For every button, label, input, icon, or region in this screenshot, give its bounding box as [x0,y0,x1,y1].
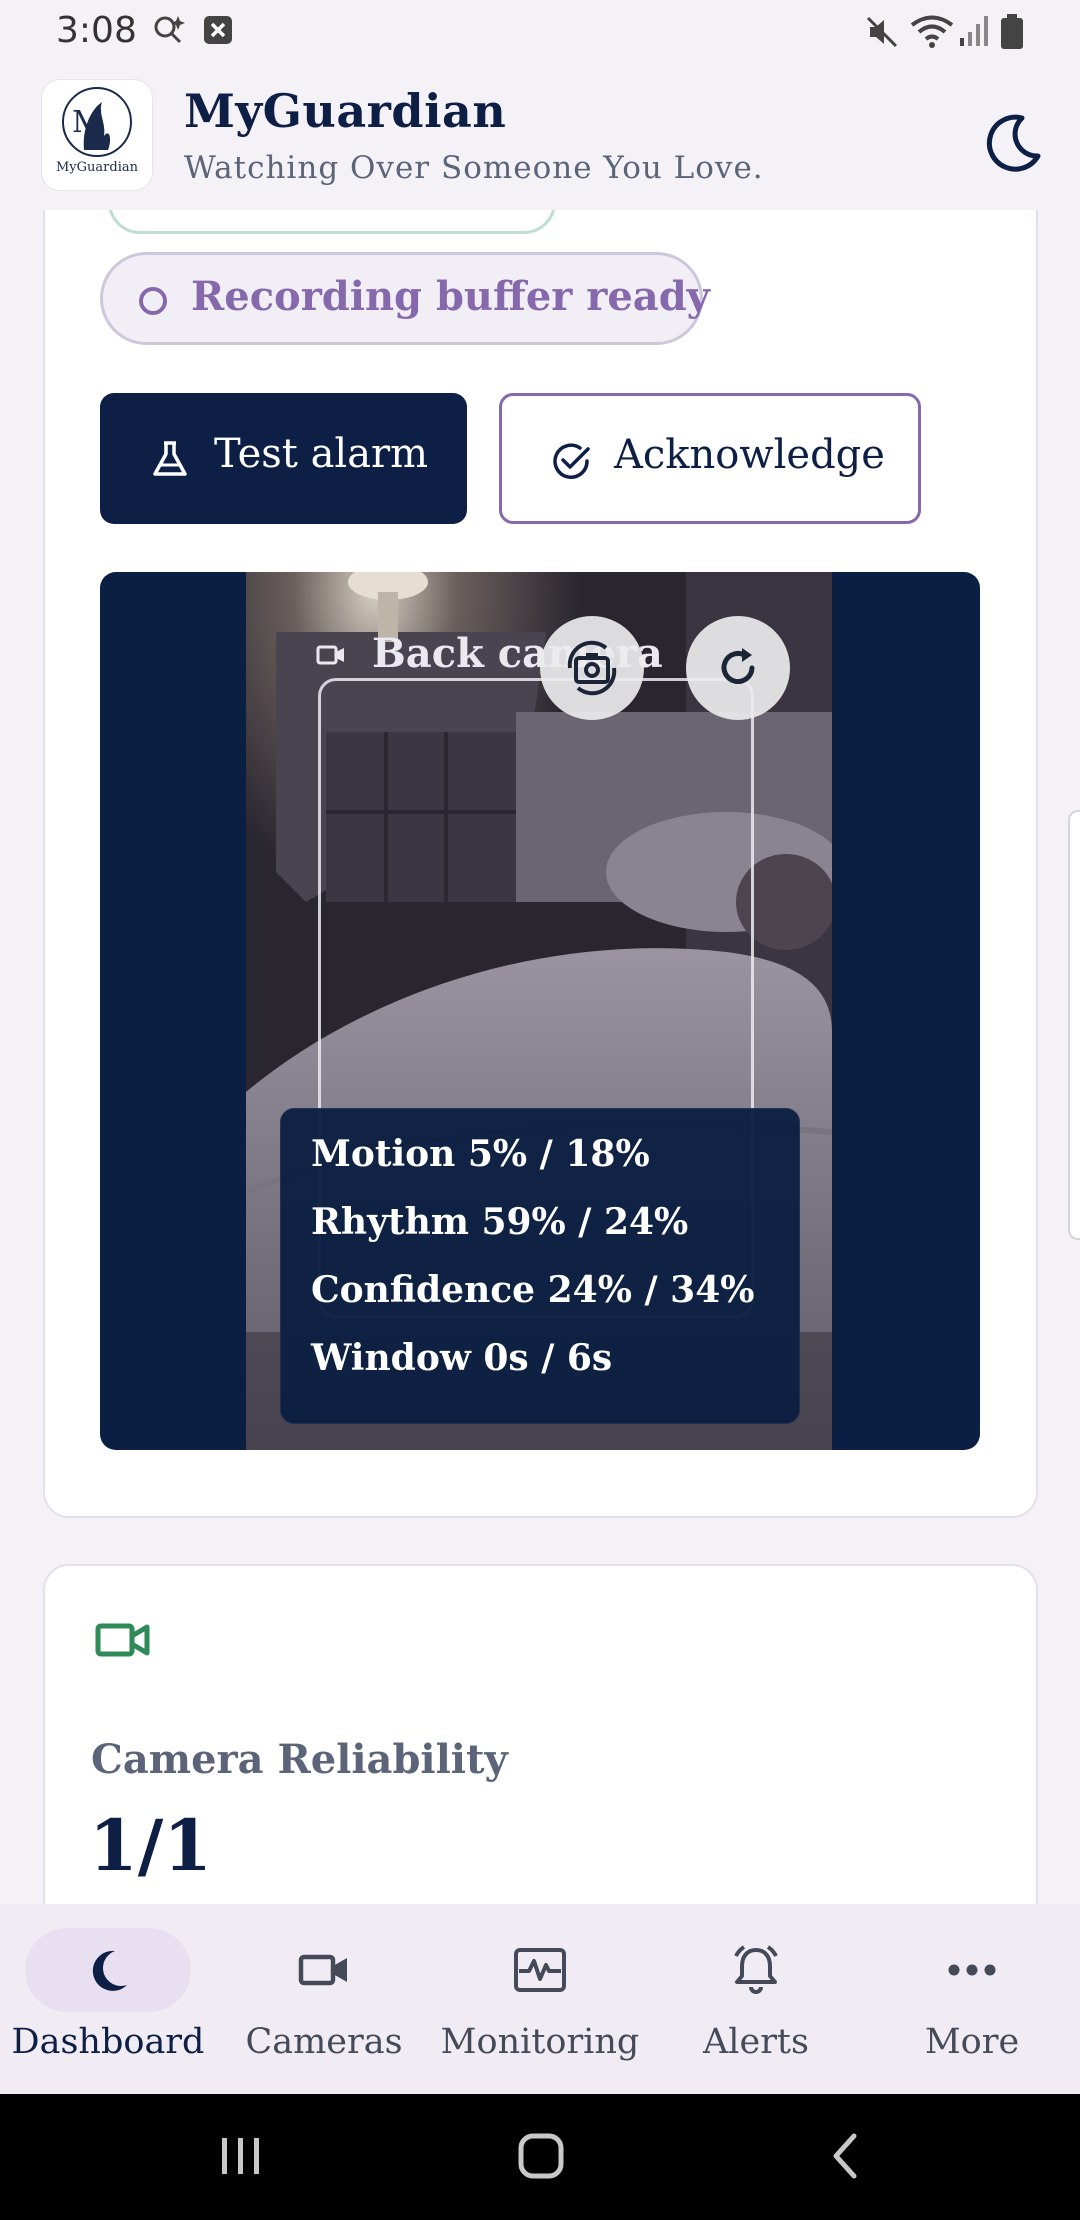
app-title: MyGuardian [184,84,507,138]
wifi-icon [910,15,954,48]
logo-text: MyGuardian [56,160,138,175]
confidence-metric: Confidence 24% / 34% [311,1269,755,1311]
bottom-navigation: Dashboard Cameras Monitoring Alerts More [0,1904,1080,2094]
reliability-title: Camera Reliability [91,1736,508,1783]
test-alarm-label: Test alarm [214,431,429,477]
recording-status-text: Recording buffer ready [191,273,710,320]
window-metric: Window 0s / 6s [311,1337,613,1379]
notification-x-icon [204,16,232,44]
camera-reliability-card[interactable]: Camera Reliability 1/1 [43,1564,1038,1904]
nav-label: Monitoring [440,2022,640,2062]
mute-icon [866,16,898,48]
dashboard-scroll-content[interactable]: Recording buffer ready Test alarm Acknow… [0,210,1080,1904]
acknowledge-button[interactable]: Acknowledge [499,393,921,524]
motion-metric: Motion 5% / 18% [311,1133,650,1175]
video-camera-icon [298,1954,347,1986]
reliability-value: 1/1 [89,1804,212,1887]
test-alarm-button[interactable]: Test alarm [100,393,467,524]
app-subtitle: Watching Over Someone You Love. [184,150,764,186]
side-drawer-handle[interactable] [1068,810,1080,1240]
nav-item-cameras[interactable]: Cameras [216,1904,432,2094]
assistant-sparkle-icon [154,16,185,44]
camera-preview-panel: Back camera Motion 5% / 18% Rhythm 59% /… [100,572,980,1450]
motion-metrics-overlay: Motion 5% / 18% Rhythm 59% / 24% Confide… [280,1108,800,1424]
nav-label: More [924,2022,1020,2062]
previous-status-pill [108,210,556,234]
dark-mode-toggle-moon-icon[interactable] [978,106,1048,176]
check-circle-icon [553,443,590,479]
refresh-icon [721,648,755,684]
nav-item-alerts[interactable]: Alerts [648,1904,864,2094]
recording-status-pill: Recording buffer ready [100,252,710,345]
refresh-camera-button[interactable] [686,616,790,720]
more-icon [948,1964,996,1976]
flask-icon [153,441,187,476]
rhythm-metric: Rhythm 59% / 24% [311,1201,689,1243]
nav-item-more[interactable]: More [864,1904,1080,2094]
status-dot-icon [139,287,167,315]
battery-icon [1001,14,1023,49]
app-bar: M MyGuardian MyGuardian Watching Over So… [0,66,1080,210]
switch-camera-icon [567,640,617,696]
moon-icon [92,1950,127,1991]
status-bar: 3:08 [0,0,1080,66]
acknowledge-label: Acknowledge [614,432,885,478]
system-navigation-bar [0,2094,1080,2220]
camera-label-icon [316,645,344,665]
status-time: 3:08 [56,10,137,51]
nav-label: Cameras [245,2022,403,2062]
bell-icon [734,1945,778,1994]
svg-text:M: M [72,105,103,140]
nav-label: Dashboard [11,2022,205,2062]
recent-apps-icon[interactable] [218,2128,264,2184]
heartbeat-icon [514,1948,566,1992]
home-icon[interactable] [516,2128,566,2184]
switch-camera-button[interactable] [540,616,644,720]
nav-label: Alerts [703,2022,809,2062]
nav-item-monitoring[interactable]: Monitoring [432,1904,648,2094]
signal-icon [960,16,988,46]
video-camera-icon [95,1623,150,1657]
nav-item-dashboard[interactable]: Dashboard [0,1904,216,2094]
back-icon[interactable] [826,2128,866,2184]
app-logo: M MyGuardian [42,80,152,190]
